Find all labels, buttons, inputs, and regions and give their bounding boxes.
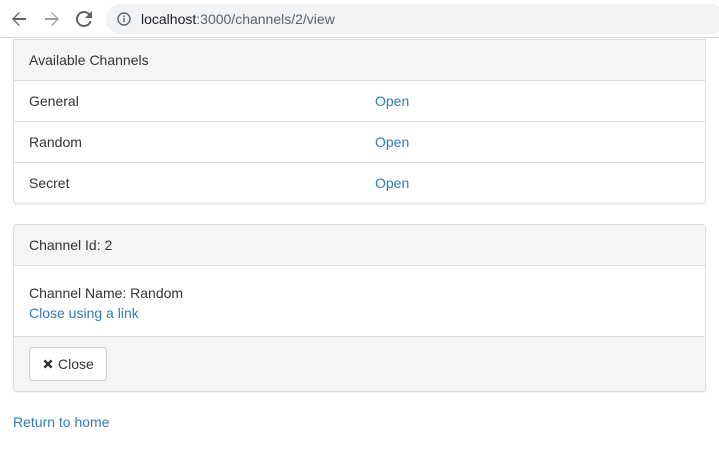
reload-button[interactable] (74, 9, 94, 29)
available-channels-heading: Available Channels (14, 40, 705, 81)
browser-toolbar: localhost:3000/channels/2/view (0, 0, 719, 38)
close-link[interactable]: Close using a link (29, 305, 139, 321)
address-bar[interactable]: localhost:3000/channels/2/view (106, 4, 719, 34)
remove-x-icon (42, 358, 54, 370)
close-button[interactable]: Close (29, 347, 107, 381)
url-text[interactable]: localhost:3000/channels/2/view (141, 11, 335, 27)
channel-detail-body: Channel Name: Random Close using a link (14, 266, 705, 337)
channel-id-heading: Channel Id: 2 (14, 225, 705, 266)
close-button-label: Close (58, 356, 94, 372)
arrow-left-icon (12, 12, 26, 26)
channel-row: Random Open (14, 122, 705, 163)
channel-name: Random (29, 134, 82, 150)
open-channel-link[interactable]: Open (375, 81, 409, 121)
open-channel-link[interactable]: Open (375, 163, 409, 203)
channel-detail-footer: Close (14, 336, 705, 391)
url-path: :3000/channels/2/view (196, 11, 335, 27)
channel-row: Secret Open (14, 163, 705, 203)
arrow-right-icon (45, 12, 59, 26)
channel-detail-panel: Channel Id: 2 Channel Name: Random Close… (13, 224, 706, 392)
channel-name-text: Channel Name: Random (29, 285, 184, 301)
forward-button[interactable] (42, 9, 62, 29)
channel-name: Secret (29, 175, 70, 191)
back-button[interactable] (9, 9, 29, 29)
channel-row: General Open (14, 81, 705, 122)
url-host: localhost (141, 11, 197, 27)
open-channel-link[interactable]: Open (375, 122, 409, 162)
reload-icon (76, 11, 92, 27)
return-home-link[interactable]: Return to home (13, 413, 110, 431)
channel-name: General (29, 93, 79, 109)
info-circle-icon[interactable] (117, 12, 131, 26)
available-channels-panel: Available Channels General Open Random O… (13, 39, 706, 204)
